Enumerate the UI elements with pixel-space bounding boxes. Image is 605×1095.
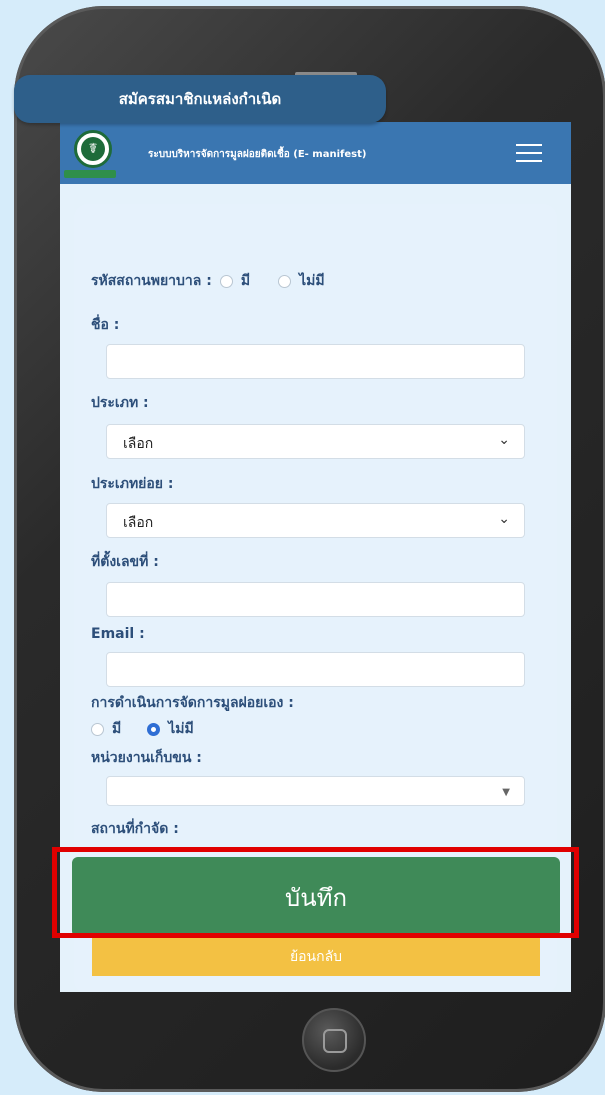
- home-button[interactable]: [302, 1008, 366, 1072]
- subtype-select[interactable]: เลือก ⌄: [106, 503, 525, 538]
- collector-select[interactable]: ▼: [106, 776, 525, 806]
- chevron-down-icon: ⌄: [498, 432, 510, 448]
- hospital-code-row: รหัสสถานพยาบาล : มี ไม่มี: [91, 270, 325, 292]
- self-manage-no-label: ไม่มี: [168, 721, 194, 737]
- self-manage-no-radio[interactable]: [147, 722, 161, 736]
- self-manage-yes-label: มี: [112, 721, 122, 737]
- form-title: สมัครสมาชิกแหล่งกำเนิด: [14, 75, 386, 123]
- self-manage-yes-radio[interactable]: [91, 722, 104, 736]
- name-input[interactable]: [106, 344, 525, 379]
- self-manage-label: การดำเนินการจัดการมูลฝอยเอง :: [91, 695, 294, 711]
- hospital-code-yes-label: มี: [240, 273, 251, 289]
- home-square-icon: [323, 1029, 347, 1053]
- logo-caption: [64, 170, 116, 178]
- address-label: ที่ตั้งเลขที่ :: [91, 554, 159, 570]
- hospital-code-no-radio[interactable]: [278, 274, 292, 288]
- hospital-code-no-label: ไม่มี: [299, 273, 325, 289]
- chevron-down-icon: ⌄: [498, 511, 510, 527]
- disposal-label: สถานที่กำจัด :: [91, 821, 179, 837]
- self-manage-row: มี ไม่มี: [91, 718, 194, 740]
- highlight-box: [52, 847, 579, 938]
- hamburger-menu-icon[interactable]: [516, 144, 542, 162]
- app-topbar: ☤ ระบบบริหารจัดการมูลฝอยติดเชื้อ (E- man…: [60, 122, 571, 184]
- email-label: Email :: [91, 626, 145, 642]
- hospital-code-label: รหัสสถานพยาบาล :: [91, 273, 212, 289]
- hospital-code-yes-radio[interactable]: [219, 274, 233, 288]
- ministry-logo-icon: ☤: [74, 130, 112, 168]
- type-select[interactable]: เลือก ⌄: [106, 424, 525, 459]
- subtype-label: ประเภทย่อย :: [91, 476, 174, 492]
- subtype-select-value: เลือก: [123, 515, 154, 531]
- email-input[interactable]: [106, 652, 525, 687]
- caret-down-icon: ▼: [502, 787, 510, 798]
- type-select-value: เลือก: [123, 436, 154, 452]
- address-input[interactable]: [106, 582, 525, 617]
- app-title: ระบบบริหารจัดการมูลฝอยติดเชื้อ (E- manif…: [148, 149, 367, 160]
- collector-label: หน่วยงานเก็บขน :: [91, 750, 202, 766]
- type-label: ประเภท :: [91, 395, 149, 411]
- back-button[interactable]: ย้อนกลับ: [92, 938, 540, 976]
- name-label: ชื่อ :: [91, 317, 120, 333]
